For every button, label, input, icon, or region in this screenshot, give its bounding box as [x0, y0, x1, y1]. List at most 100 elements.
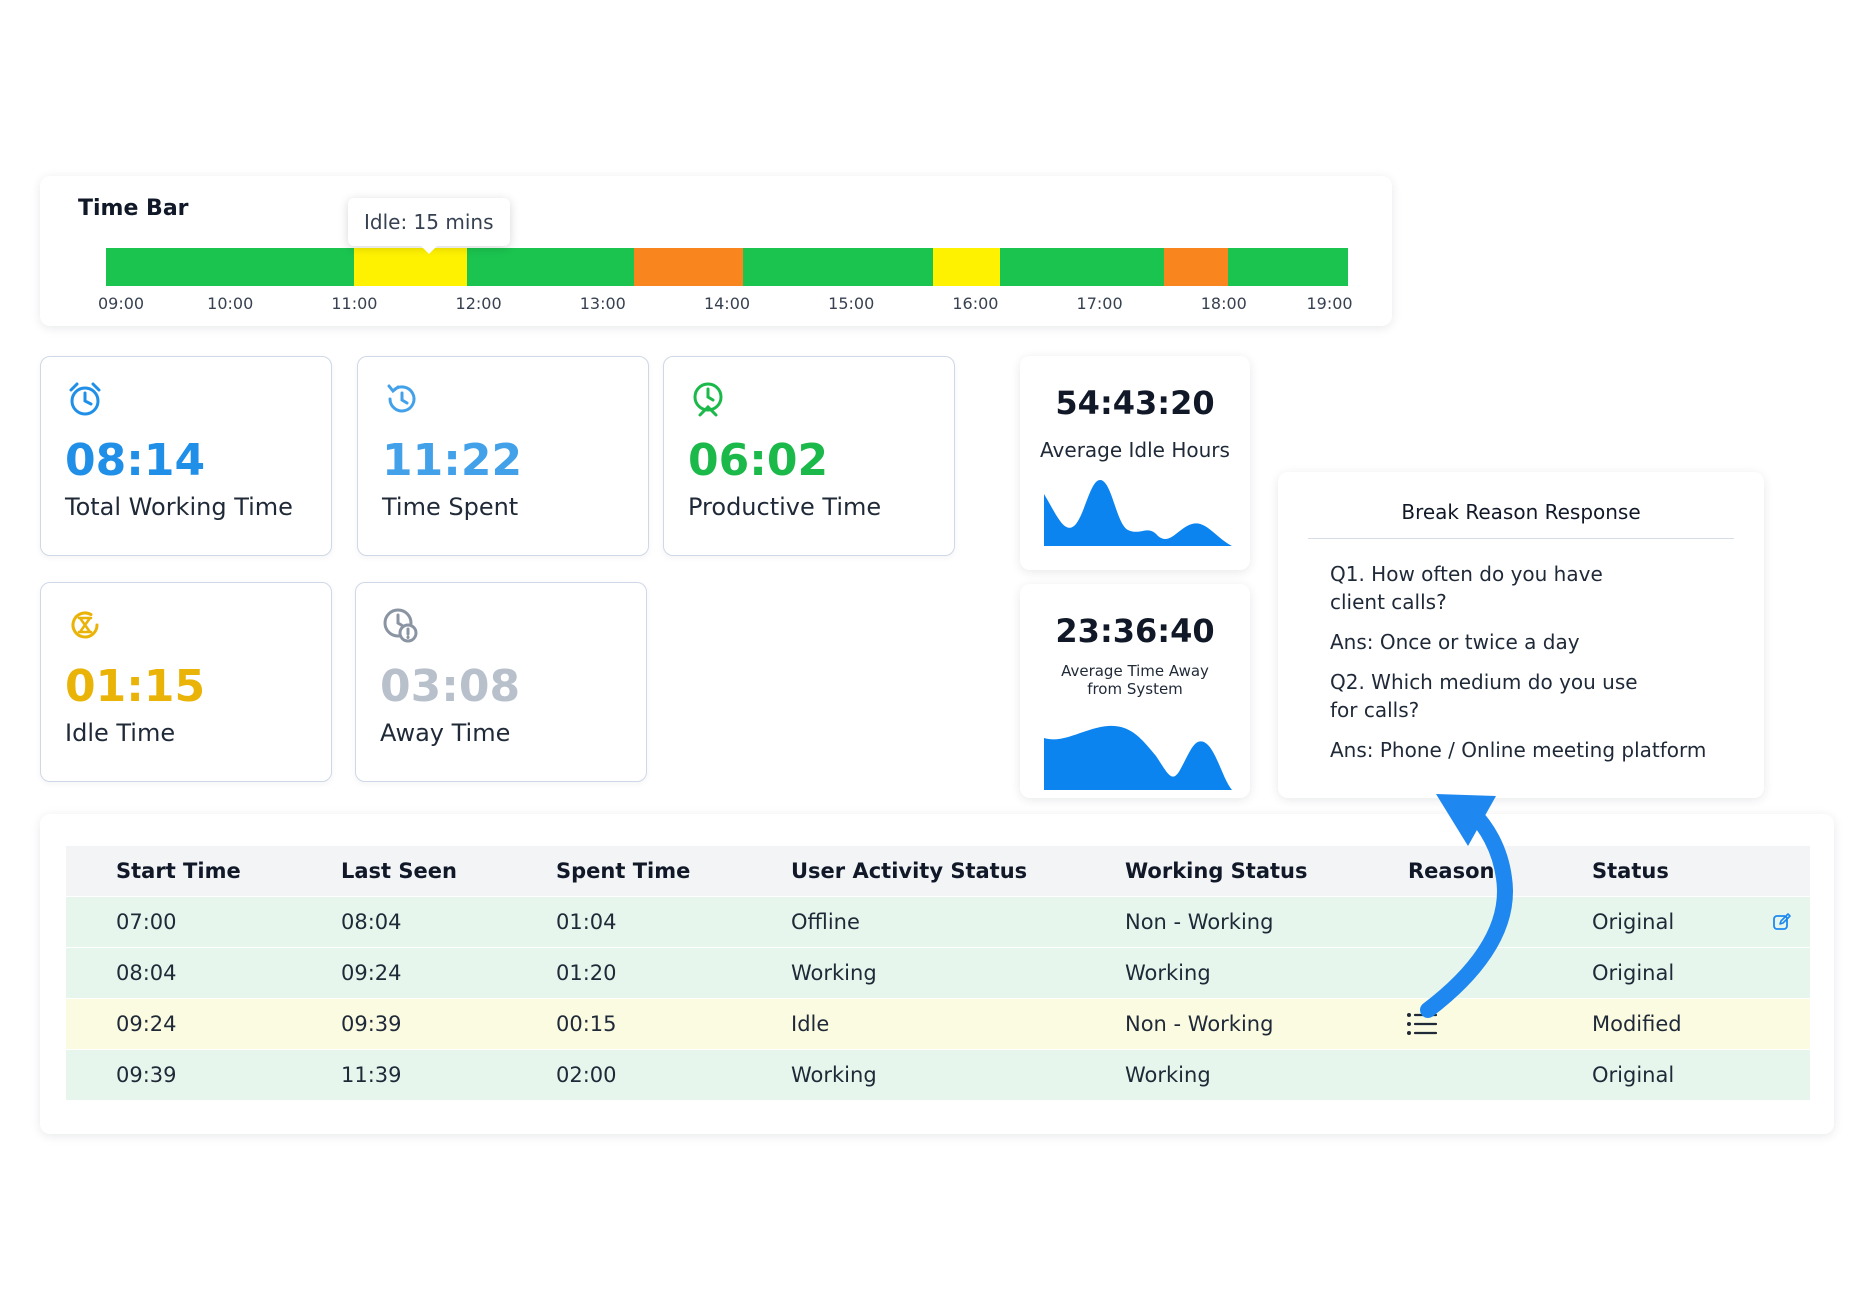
cell-start-time: 08:04: [116, 961, 177, 985]
average-idle-hours-card: 54:43:20 Average Idle Hours: [1020, 356, 1250, 570]
cell-spent-time: 00:15: [556, 1012, 617, 1036]
idle-area-chart: [1044, 480, 1232, 546]
cell-working-status: Working: [1125, 961, 1211, 985]
time-bar-tick-label: 14:00: [703, 294, 751, 313]
time-bar-tick-label: 18:00: [1200, 294, 1247, 313]
clock-alert-icon: [383, 608, 418, 643]
stat-value: 03:08: [380, 661, 521, 712]
time-bar-segment-working[interactable]: [743, 248, 934, 286]
stat-card-away-time[interactable]: 03:08 Away Time: [355, 582, 647, 782]
average-time-away-card: 23:36:40 Average Time Away from System: [1020, 584, 1250, 798]
time-bar-tick-label: 17:00: [1076, 294, 1123, 313]
stat-label: Idle Time: [65, 719, 176, 747]
col-reason[interactable]: Reason: [1408, 846, 1494, 896]
productive-clock-icon: [693, 382, 723, 417]
time-bar-tick-label: 12:00: [455, 294, 502, 313]
divider: [1308, 538, 1734, 539]
time-bar-title: Time Bar: [78, 196, 189, 221]
cell-last-seen: 09:39: [341, 1012, 402, 1036]
col-user-activity-status[interactable]: User Activity Status: [791, 846, 1027, 896]
question-1-line-2: client calls?: [1330, 590, 1447, 614]
col-status[interactable]: Status: [1592, 846, 1669, 896]
time-bar-segment-away[interactable]: [1164, 248, 1228, 286]
break-reason-title: Break Reason Response: [1401, 500, 1641, 524]
cell-working-status: Working: [1125, 1063, 1211, 1087]
question-2-line-2: for calls?: [1330, 698, 1420, 722]
time-bar-tick-label: 11:00: [331, 294, 378, 313]
stat-card-time-spent[interactable]: 11:22 Time Spent: [357, 356, 649, 556]
average-time-away-label-line2: from System: [1087, 680, 1183, 698]
time-bar-tick-label: 10:00: [207, 294, 254, 313]
clock-history-icon: [387, 384, 416, 413]
stat-card-total-working-time[interactable]: 08:14 Total Working Time: [40, 356, 332, 556]
col-working-status[interactable]: Working Status: [1125, 846, 1307, 896]
table-row[interactable]: 09:24 09:39 00:15 Idle Non - Working Mod…: [66, 999, 1810, 1049]
alarm-clock-icon: [69, 382, 101, 416]
table-row[interactable]: 07:00 08:04 01:04 Offline Non - Working …: [66, 897, 1810, 947]
answer-2: Ans: Phone / Online meeting platform: [1330, 738, 1707, 762]
cell-activity-status: Working: [791, 1063, 877, 1087]
break-reason-response-card: Break Reason Response Q1. How often do y…: [1278, 472, 1764, 798]
cell-spent-time: 02:00: [556, 1063, 617, 1087]
cell-start-time: 07:00: [116, 910, 177, 934]
question-2-line-1: Q2. Which medium do you use: [1330, 670, 1638, 694]
time-bar-segment-working[interactable]: [467, 248, 635, 286]
away-area-chart: [1044, 725, 1232, 790]
time-bar-track[interactable]: [106, 248, 1348, 286]
time-bar-segment-working[interactable]: [1227, 248, 1348, 286]
average-idle-hours-label: Average Idle Hours: [1040, 438, 1230, 462]
cell-activity-status: Working: [791, 961, 877, 985]
time-bar-card: Time Bar 09:00 10:00 11:00 12:00 13:00 14:00 1…: [40, 176, 1392, 326]
stat-value: 06:02: [688, 435, 829, 486]
cell-status: Original: [1592, 1063, 1675, 1087]
answer-1: Ans: Once or twice a day: [1330, 630, 1580, 654]
stat-label: Away Time: [380, 719, 511, 747]
cell-activity-status: Idle: [791, 1012, 830, 1036]
stat-label: Productive Time: [688, 493, 882, 521]
table-header-row: Start Time Last Seen Spent Time User Act…: [66, 846, 1810, 896]
cell-last-seen: 11:39: [341, 1063, 402, 1087]
cell-spent-time: 01:04: [556, 910, 617, 934]
average-time-away-label-line1: Average Time Away: [1061, 662, 1209, 680]
time-bar-tick-label: 19:00: [1306, 294, 1353, 313]
stat-label: Total Working Time: [65, 493, 293, 521]
time-bar-tick-label: 13:00: [579, 294, 626, 313]
question-1-line-1: Q1. How often do you have: [1330, 562, 1603, 586]
average-idle-hours-value: 54:43:20: [1055, 384, 1215, 422]
stat-card-productive-time[interactable]: 06:02 Productive Time: [663, 356, 955, 556]
stat-value: 08:14: [65, 435, 206, 486]
col-last-seen[interactable]: Last Seen: [341, 846, 457, 896]
cell-activity-status: Offline: [791, 910, 860, 934]
cell-status: Modified: [1592, 1012, 1682, 1036]
col-spent-time[interactable]: Spent Time: [556, 846, 690, 896]
activity-table-card: Start Time Last Seen Spent Time User Act…: [40, 814, 1834, 1134]
stat-value: 01:15: [65, 661, 206, 712]
time-bar-segment-working[interactable]: [106, 248, 355, 286]
average-time-away-value: 23:36:40: [1055, 612, 1215, 650]
cell-spent-time: 01:20: [556, 961, 617, 985]
time-bar-segment-away[interactable]: [633, 248, 744, 286]
time-bar-segment-idle[interactable]: [933, 248, 1001, 286]
stat-label: Time Spent: [382, 493, 519, 521]
cell-start-time: 09:24: [116, 1012, 177, 1036]
cell-last-seen: 09:24: [341, 961, 402, 985]
cell-status: Original: [1592, 910, 1675, 934]
table-row[interactable]: 09:39 11:39 02:00 Working Working Origin…: [66, 1050, 1810, 1100]
cell-start-time: 09:39: [116, 1063, 177, 1087]
table-row[interactable]: 08:04 09:24 01:20 Working Working Origin…: [66, 948, 1810, 998]
list-icon[interactable]: [1406, 1011, 1438, 1037]
time-bar-tick-label: 15:00: [828, 294, 875, 313]
edit-icon[interactable]: [1772, 912, 1792, 932]
cell-working-status: Non - Working: [1125, 1012, 1274, 1036]
idle-tooltip: Idle: 15 mins: [348, 198, 510, 254]
time-bar-segment-idle[interactable]: [354, 248, 468, 286]
stat-value: 11:22: [382, 435, 523, 486]
stat-card-idle-time[interactable]: 01:15 Idle Time: [40, 582, 332, 782]
time-bar-segment-working[interactable]: [1000, 248, 1165, 286]
time-bar-tick-label: 16:00: [952, 294, 999, 313]
time-bar-tick-label: 09:00: [98, 294, 145, 313]
col-start-time[interactable]: Start Time: [116, 846, 241, 896]
hourglass-timer-icon: [71, 611, 99, 639]
cell-last-seen: 08:04: [341, 910, 402, 934]
cell-status: Original: [1592, 961, 1675, 985]
